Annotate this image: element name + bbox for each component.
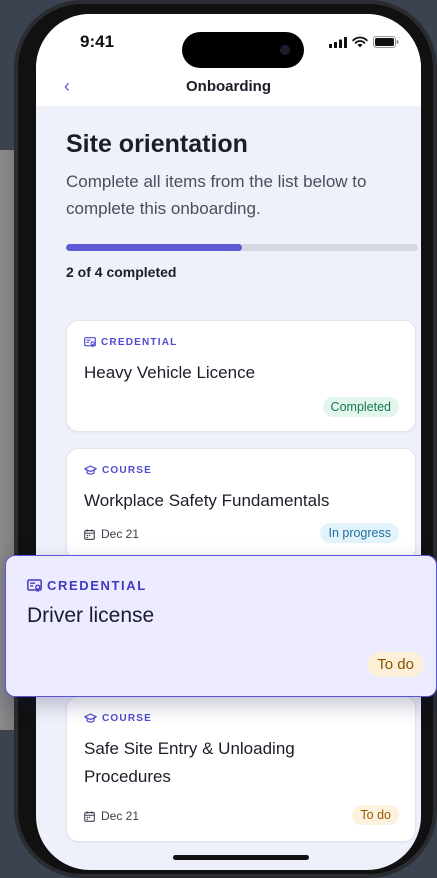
list-item[interactable]: COURSE Workplace Safety Fundamentals Dec… bbox=[66, 448, 416, 560]
card-type: COURSE bbox=[84, 713, 152, 724]
card-title: Workplace Safety Fundamentals bbox=[84, 491, 330, 510]
calendar-icon bbox=[84, 810, 95, 822]
graduation-cap-icon bbox=[84, 465, 97, 475]
card-type: CREDENTIAL bbox=[27, 578, 147, 593]
progress-bar-fill bbox=[66, 244, 242, 251]
card-type-label: COURSE bbox=[102, 713, 152, 724]
credential-icon bbox=[84, 337, 96, 348]
list-item[interactable]: COURSE Safe Site Entry & Unloading Proce… bbox=[66, 696, 416, 842]
status-icons bbox=[329, 36, 399, 48]
signal-icon bbox=[329, 36, 347, 48]
card-date-label: Dec 21 bbox=[101, 527, 140, 541]
card-title: Driver license bbox=[27, 604, 155, 627]
status-badge: To do bbox=[367, 652, 424, 677]
page-subtitle: Complete all items from the list below t… bbox=[66, 172, 367, 218]
card-type: CREDENTIAL bbox=[84, 337, 177, 348]
list-item[interactable]: CREDENTIAL Heavy Vehicle Licence Complet… bbox=[66, 320, 416, 432]
status-badge: In progress bbox=[320, 523, 399, 543]
phone-screen: 9:41 ‹ Onboarding Site orientation Compl… bbox=[36, 14, 421, 870]
page-title: Site orientation bbox=[66, 130, 248, 158]
graduation-cap-icon bbox=[84, 713, 97, 723]
calendar-icon bbox=[84, 528, 95, 540]
card-type: COURSE bbox=[84, 465, 152, 476]
card-type-label: COURSE bbox=[102, 465, 152, 476]
card-type-label: CREDENTIAL bbox=[101, 337, 178, 348]
navigation-bar: ‹ Onboarding bbox=[36, 72, 421, 106]
card-date: Dec 21 bbox=[84, 527, 139, 541]
camera-icon bbox=[280, 45, 290, 55]
card-date-label: Dec 21 bbox=[101, 809, 140, 823]
battery-icon bbox=[373, 36, 399, 48]
progress-bar bbox=[66, 244, 418, 251]
progress-label: 2 of 4 completed bbox=[66, 264, 177, 280]
dynamic-island bbox=[182, 32, 304, 68]
home-indicator[interactable] bbox=[173, 855, 309, 860]
card-date: Dec 21 bbox=[84, 809, 139, 823]
wifi-icon bbox=[352, 36, 368, 48]
card-title: Heavy Vehicle Licence bbox=[84, 363, 256, 382]
card-type-label: CREDENTIAL bbox=[47, 578, 147, 593]
phone-frame: 9:41 ‹ Onboarding Site orientation Compl… bbox=[14, 0, 437, 878]
dragged-list-item[interactable]: CREDENTIAL Driver license To do bbox=[5, 555, 437, 697]
status-bar: 9:41 bbox=[36, 14, 421, 72]
status-badge: Completed bbox=[322, 397, 399, 417]
card-title: Safe Site Entry & Unloading Procedures bbox=[84, 739, 295, 786]
credential-icon bbox=[27, 578, 42, 592]
nav-title: Onboarding bbox=[186, 78, 271, 95]
status-time: 9:41 bbox=[80, 32, 115, 51]
status-badge: To do bbox=[352, 805, 399, 825]
